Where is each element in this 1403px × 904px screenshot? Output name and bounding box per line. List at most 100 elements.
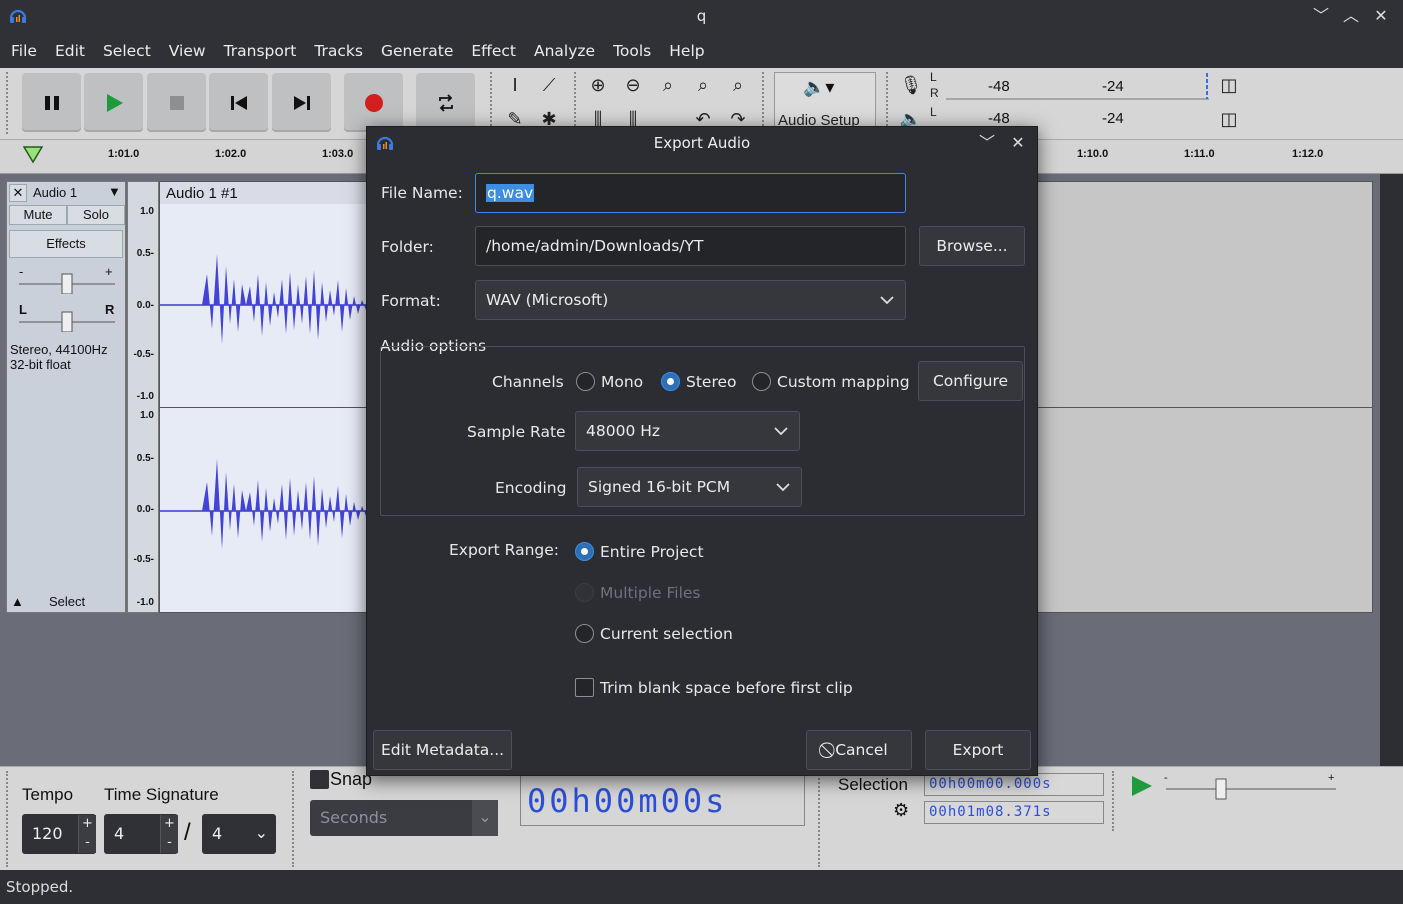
current-selection-label[interactable]: Current selection bbox=[600, 625, 733, 643]
trim-blank-label[interactable]: Trim blank space before first clip bbox=[600, 679, 853, 697]
export-button[interactable]: Export bbox=[925, 730, 1031, 770]
mono-label[interactable]: Mono bbox=[601, 373, 643, 391]
record-button[interactable] bbox=[344, 73, 403, 132]
toolbar-grip[interactable] bbox=[574, 72, 578, 134]
tempo-stepper[interactable]: 120 + - bbox=[22, 814, 96, 854]
loop-button[interactable] bbox=[416, 73, 475, 132]
zoom-in-icon[interactable]: ⊕ bbox=[583, 72, 613, 102]
format-label: Format: bbox=[381, 292, 441, 310]
loop-icon bbox=[439, 94, 453, 112]
gain-slider[interactable] bbox=[17, 272, 117, 294]
increment-icon[interactable]: + bbox=[160, 815, 178, 834]
selection-tool-icon[interactable]: I bbox=[500, 72, 530, 102]
custom-mapping-label[interactable]: Custom mapping bbox=[777, 373, 910, 391]
snap-unit-select[interactable]: Seconds ⌄ bbox=[310, 800, 498, 836]
selection-start-time[interactable]: 00h00m00.000s bbox=[924, 773, 1104, 796]
selection-end-time[interactable]: 00h01m08.371s bbox=[924, 801, 1104, 824]
playhead-marker-icon[interactable] bbox=[23, 146, 43, 164]
sample-rate-select[interactable]: 48000 Hz bbox=[575, 411, 800, 451]
trim-blank-checkbox[interactable] bbox=[575, 678, 594, 697]
stop-button[interactable] bbox=[147, 73, 206, 132]
track-control-panel[interactable]: ✕ Audio 1 ▼ Mute Solo Effects - + L R St… bbox=[6, 181, 126, 613]
toolbar-grip[interactable] bbox=[1112, 771, 1116, 831]
toolbar-grip[interactable] bbox=[886, 72, 890, 134]
increment-icon[interactable]: + bbox=[78, 815, 96, 834]
stereo-radio[interactable] bbox=[661, 372, 680, 391]
toolbar-grip[interactable] bbox=[818, 771, 822, 867]
snap-checkbox[interactable] bbox=[310, 770, 329, 789]
folder-input[interactable]: /home/admin/Downloads/YT bbox=[475, 226, 906, 266]
meter-slider-handle[interactable]: ◫ bbox=[1214, 72, 1244, 102]
solo-button[interactable]: Solo bbox=[67, 205, 125, 225]
skip-to-start-button[interactable] bbox=[209, 73, 268, 132]
effects-button[interactable]: Effects bbox=[9, 230, 123, 258]
format-select[interactable]: WAV (Microsoft) bbox=[475, 280, 906, 320]
play-speed-slider[interactable]: - + bbox=[1162, 771, 1342, 801]
toolbar-grip[interactable] bbox=[490, 72, 494, 134]
track-menu-arrow-icon[interactable]: ▼ bbox=[108, 184, 121, 199]
clip-name[interactable]: Audio 1 #1 bbox=[166, 185, 238, 202]
dialog-minimize-icon[interactable]: ﹀ bbox=[976, 132, 998, 154]
minimize-icon[interactable]: ﹀ bbox=[1310, 5, 1332, 27]
zoom-toggle-icon[interactable]: ⌕ bbox=[723, 72, 753, 102]
edit-metadata-button[interactable]: Edit Metadata... bbox=[373, 730, 512, 770]
fit-project-icon[interactable]: ⌕ bbox=[688, 72, 718, 102]
custom-mapping-radio[interactable] bbox=[752, 372, 771, 391]
mute-button[interactable]: Mute bbox=[9, 205, 67, 225]
browse-button[interactable]: Browse... bbox=[919, 226, 1025, 266]
pan-slider[interactable] bbox=[17, 310, 117, 332]
meter-slider-handle[interactable]: ◫ bbox=[1214, 106, 1244, 136]
file-name-input[interactable]: q.wav bbox=[475, 173, 906, 213]
menu-view[interactable]: View bbox=[160, 42, 215, 60]
menu-help[interactable]: Help bbox=[660, 42, 713, 60]
configure-button[interactable]: Configure bbox=[918, 361, 1023, 401]
file-name-label: File Name: bbox=[381, 184, 463, 202]
menu-generate[interactable]: Generate bbox=[372, 42, 462, 60]
audio-setup-button[interactable]: 🔈▾ Audio Setup bbox=[774, 72, 876, 134]
track-close-button[interactable]: ✕ bbox=[9, 184, 27, 202]
menu-edit[interactable]: Edit bbox=[46, 42, 94, 60]
skip-start-icon bbox=[231, 96, 247, 110]
maximize-icon[interactable]: ︿ bbox=[1340, 5, 1362, 27]
cancel-button[interactable]: ⃠ Cancel bbox=[806, 730, 912, 770]
track-name[interactable]: Audio 1 bbox=[33, 185, 77, 200]
decrement-icon[interactable]: - bbox=[78, 834, 96, 853]
mono-radio[interactable] bbox=[576, 372, 595, 391]
zoom-out-icon[interactable]: ⊖ bbox=[618, 72, 648, 102]
toolbar-grip[interactable] bbox=[6, 72, 10, 134]
entire-project-label[interactable]: Entire Project bbox=[600, 543, 704, 561]
menu-tracks[interactable]: Tracks bbox=[305, 42, 372, 60]
toolbar-grip[interactable] bbox=[292, 771, 296, 867]
toolbar-grip[interactable] bbox=[6, 771, 10, 867]
dialog-close-icon[interactable]: ✕ bbox=[1007, 132, 1029, 154]
play-at-speed-icon[interactable] bbox=[1130, 775, 1154, 797]
fit-selection-icon[interactable]: ⌕ bbox=[653, 72, 683, 102]
menu-analyze[interactable]: Analyze bbox=[525, 42, 604, 60]
menu-file[interactable]: File bbox=[2, 42, 46, 60]
decrement-icon[interactable]: - bbox=[160, 834, 178, 853]
record-meter-mic-icon[interactable]: 🎙 bbox=[896, 72, 926, 102]
time-sig-numerator-stepper[interactable]: 4 + - bbox=[104, 814, 178, 854]
menu-transport[interactable]: Transport bbox=[215, 42, 306, 60]
envelope-tool-icon[interactable]: ⟋ bbox=[534, 72, 564, 102]
stereo-label[interactable]: Stereo bbox=[686, 373, 737, 391]
track-select-button[interactable]: Select bbox=[49, 594, 85, 609]
record-meter[interactable]: -48 -24 bbox=[944, 71, 1214, 101]
time-sig-denominator-select[interactable]: 4 ⌄ bbox=[202, 814, 276, 854]
menu-select[interactable]: Select bbox=[94, 42, 160, 60]
current-selection-radio[interactable] bbox=[575, 624, 594, 643]
track-vertical-scale[interactable]: 1.0 0.5- 0.0- -0.5- -1.0 1.0 0.5- 0.0- -… bbox=[127, 181, 159, 613]
audio-position-display[interactable]: 00h00m00s bbox=[520, 775, 805, 826]
menu-effect[interactable]: Effect bbox=[462, 42, 525, 60]
collapse-arrow-icon[interactable]: ▲ bbox=[11, 594, 24, 609]
gear-icon[interactable]: ⚙ bbox=[893, 800, 909, 821]
toolbar-grip[interactable] bbox=[762, 72, 766, 134]
encoding-select[interactable]: Signed 16-bit PCM bbox=[577, 467, 802, 507]
entire-project-radio[interactable] bbox=[575, 542, 594, 561]
menu-tools[interactable]: Tools bbox=[604, 42, 660, 60]
pause-button[interactable] bbox=[22, 73, 81, 132]
close-window-icon[interactable]: ✕ bbox=[1370, 5, 1392, 27]
play-icon bbox=[107, 94, 123, 112]
skip-to-end-button[interactable] bbox=[272, 73, 331, 132]
play-button[interactable] bbox=[84, 73, 143, 132]
